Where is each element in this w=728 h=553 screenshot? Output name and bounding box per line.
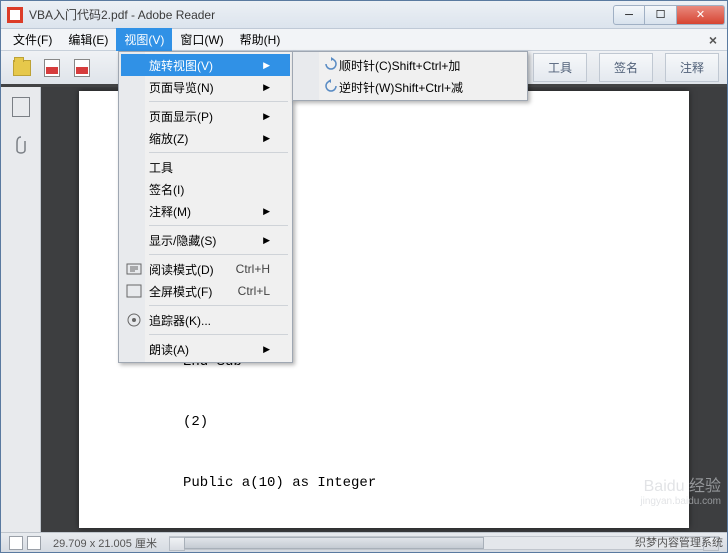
thumbnails-icon[interactable] — [12, 97, 30, 117]
pdf-icon — [44, 59, 60, 77]
footer-branding: 织梦内容管理系统 — [635, 534, 723, 550]
close-button[interactable]: ✕ — [677, 5, 725, 25]
menuitem-sign[interactable]: 签名(I) — [121, 178, 290, 200]
view-menu-dropdown: 旋转视图(V)▶ 页面导览(N)▶ 页面显示(P)▶ 缩放(Z)▶ 工具 签名(… — [118, 51, 293, 363]
fit-width-icon[interactable] — [27, 536, 41, 550]
menuitem-read-mode[interactable]: 阅读模式(D)Ctrl+H — [121, 258, 290, 280]
minimize-button[interactable]: ─ — [613, 5, 645, 25]
menu-edit[interactable]: 编辑(E) — [60, 28, 116, 51]
open-file-button[interactable] — [9, 55, 35, 81]
menuitem-page-display[interactable]: 页面显示(P)▶ — [121, 105, 290, 127]
fit-page-icon[interactable] — [9, 536, 23, 550]
tools-panel-button[interactable]: 工具 — [533, 53, 587, 82]
scrollbar-thumb[interactable] — [184, 537, 484, 549]
menuitem-fullscreen[interactable]: 全屏模式(F)Ctrl+L — [121, 280, 290, 302]
code-line: (2) — [183, 411, 659, 433]
menuitem-tracker[interactable]: 追踪器(K)... — [121, 309, 290, 331]
attachments-icon[interactable] — [12, 135, 30, 155]
menu-file[interactable]: 文件(F) — [5, 28, 60, 51]
menuitem-zoom[interactable]: 缩放(Z)▶ — [121, 127, 290, 149]
menuitem-tools[interactable]: 工具 — [121, 156, 290, 178]
menuitem-rotate-view[interactable]: 旋转视图(V)▶ — [121, 54, 290, 76]
rotate-ccw-icon — [323, 78, 339, 97]
menuitem-comments[interactable]: 注释(M)▶ — [121, 200, 290, 222]
rotate-submenu: 顺时针(C)Shift+Ctrl+加 逆时针(W)Shift+Ctrl+减 — [292, 51, 528, 101]
pdf-save-icon — [74, 59, 90, 77]
menuitem-page-navigation[interactable]: 页面导览(N)▶ — [121, 76, 290, 98]
save-button[interactable] — [69, 55, 95, 81]
code-line: Public a(10) as Integer — [183, 472, 659, 494]
create-pdf-button[interactable] — [39, 55, 65, 81]
menubar-close-icon[interactable]: × — [703, 32, 723, 48]
adobe-reader-icon — [7, 7, 23, 23]
menuitem-rotate-ccw[interactable]: 逆时针(W)Shift+Ctrl+减 — [295, 76, 525, 98]
rotate-cw-icon — [323, 56, 339, 75]
menuitem-show-hide[interactable]: 显示/隐藏(S)▶ — [121, 229, 290, 251]
menu-window[interactable]: 窗口(W) — [172, 28, 231, 51]
maximize-button[interactable]: ☐ — [645, 5, 677, 25]
menu-view[interactable]: 视图(V) — [116, 28, 172, 51]
menu-help[interactable]: 帮助(H) — [232, 28, 289, 51]
menuitem-read-aloud[interactable]: 朗读(A)▶ — [121, 338, 290, 360]
fullscreen-icon — [126, 283, 142, 299]
left-nav-panel: ▸ — [1, 87, 41, 532]
statusbar: 29.709 x 21.005 厘米 — [1, 532, 727, 552]
window-controls: ─ ☐ ✕ — [613, 5, 725, 25]
window-title: VBA入门代码2.pdf - Adobe Reader — [29, 6, 613, 23]
page-dimensions: 29.709 x 21.005 厘米 — [53, 535, 157, 551]
comment-panel-button[interactable]: 注释 — [665, 53, 719, 82]
tracker-icon — [126, 312, 142, 328]
read-mode-icon — [126, 261, 142, 277]
folder-icon — [13, 60, 31, 76]
titlebar: VBA入门代码2.pdf - Adobe Reader ─ ☐ ✕ — [1, 1, 727, 29]
menuitem-rotate-cw[interactable]: 顺时针(C)Shift+Ctrl+加 — [295, 54, 525, 76]
zoom-mode-icons — [9, 536, 41, 550]
sign-panel-button[interactable]: 签名 — [599, 53, 653, 82]
menubar: 文件(F) 编辑(E) 视图(V) 窗口(W) 帮助(H) × — [1, 29, 727, 51]
content-area: ▸ End Sub (2) Public a(10) as Integer ..… — [1, 87, 727, 532]
app-window: VBA入门代码2.pdf - Adobe Reader ─ ☐ ✕ 文件(F) … — [0, 0, 728, 553]
